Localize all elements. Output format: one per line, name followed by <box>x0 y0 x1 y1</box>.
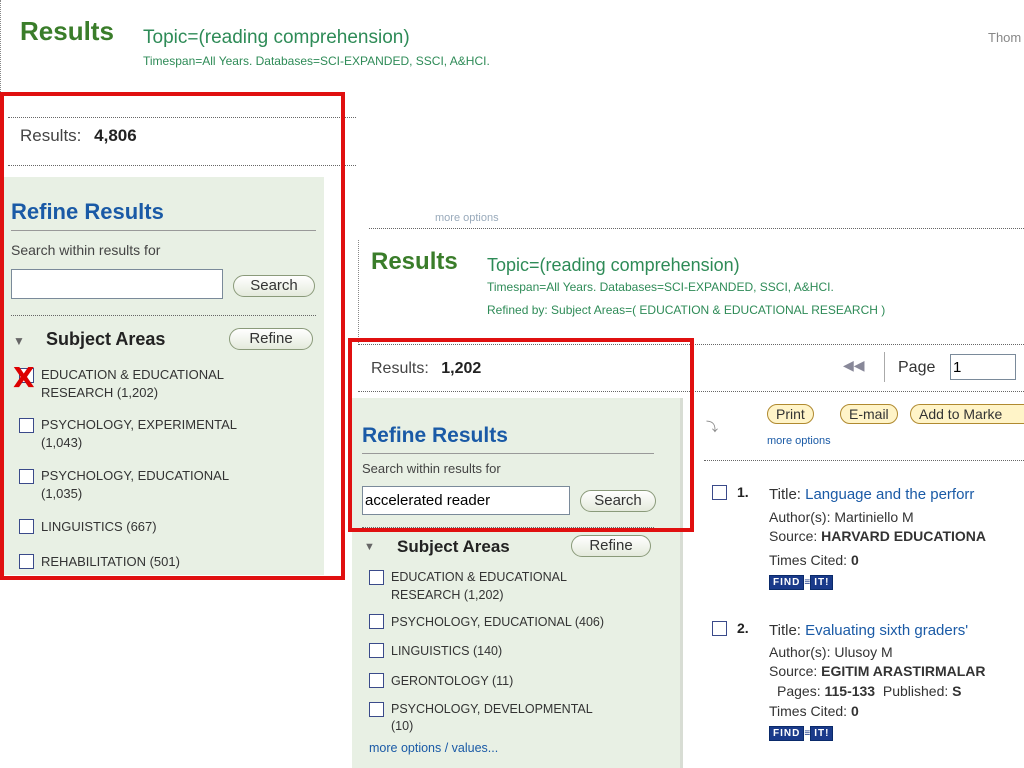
add-to-marked-list-button[interactable]: Add to Marke <box>910 404 1024 424</box>
vertical-dotted-border <box>358 240 359 345</box>
subject-item[interactable]: EDUCATION & EDUCATIONAL RESEARCH (1,202) <box>391 568 567 604</box>
checkbox[interactable] <box>369 702 384 717</box>
more-options-faded: more options <box>435 212 499 224</box>
record-author-row: Author(s): Ulusoy M <box>769 644 893 660</box>
record-title-row: Title: Evaluating sixth graders' <box>769 622 969 639</box>
checkbox[interactable] <box>369 570 384 585</box>
record-pages-row: Pages: 115-133 Published: S <box>777 683 962 699</box>
page-title: Results <box>20 16 114 46</box>
record-title-link[interactable]: Language and the perforr <box>805 486 974 503</box>
record-source-row: Source: HARVARD EDUCATIONA <box>769 528 987 544</box>
record-cited-row: Times Cited: 0 <box>769 552 859 568</box>
record-author: Ulusoy M <box>834 644 893 660</box>
topic-query: Topic=(reading comprehension) <box>143 27 410 48</box>
subject-item[interactable]: PSYCHOLOGY, DEVELOPMENTAL (10) <box>391 701 593 735</box>
subject-areas-heading: Subject Areas <box>397 537 510 556</box>
record-title-link[interactable]: Evaluating sixth graders' <box>805 622 968 639</box>
page-number-input[interactable] <box>950 354 1016 380</box>
highlight-box <box>348 338 694 532</box>
collapse-triangle-icon[interactable]: ▼ <box>364 541 375 553</box>
print-button[interactable]: Print <box>767 404 814 424</box>
record-title-row: Title: Language and the perforr <box>769 486 975 503</box>
timespan-info: Timespan=All Years. Databases=SCI-EXPAND… <box>487 280 834 294</box>
record-checkbox[interactable] <box>712 485 727 500</box>
record-cited-count: 0 <box>850 552 859 568</box>
highlight-box <box>0 92 345 580</box>
record-checkbox[interactable] <box>712 621 727 636</box>
page-label: Page <box>898 359 936 376</box>
subject-item[interactable]: PSYCHOLOGY, EDUCATIONAL (406) <box>391 613 604 631</box>
subject-item[interactable]: LINGUISTICS (140) <box>391 642 502 660</box>
find-it-button[interactable]: FIND ≡ IT! <box>769 572 834 590</box>
record-source: EGITIM ARASTIRMALAR <box>821 663 986 679</box>
refine-button[interactable]: Refine <box>571 535 651 557</box>
publisher-logo-text: Thom Sc <box>988 30 1024 45</box>
topic-query: Topic=(reading comprehension) <box>487 255 740 275</box>
record-source: HARVARD EDUCATIONA <box>821 528 987 544</box>
more-options-values-link[interactable]: more options / values... <box>369 741 498 755</box>
record-number: 1. <box>737 484 749 500</box>
timespan-info: Timespan=All Years. Databases=SCI-EXPAND… <box>143 54 490 68</box>
record-author: Martiniello M <box>834 509 914 525</box>
record-source-row: Source: EGITIM ARASTIRMALAR <box>769 663 986 679</box>
record-cited-row: Times Cited: 0 <box>769 703 859 719</box>
refined-by-info: Refined by: Subject Areas=( EDUCATION & … <box>487 303 886 317</box>
record-author-row: Author(s): Martiniello M <box>769 509 914 525</box>
divider <box>369 228 1024 229</box>
subject-item[interactable]: GERONTOLOGY (11) <box>391 672 513 690</box>
left-dotted-border <box>0 0 2 92</box>
email-button[interactable]: E-mail <box>840 404 898 424</box>
divider <box>704 460 1024 461</box>
find-it-button[interactable]: FIND ≡ IT! <box>769 723 834 741</box>
checkbox[interactable] <box>369 673 384 688</box>
page-title: Results <box>371 248 458 275</box>
record-number: 2. <box>737 620 749 636</box>
arrow-down-icon: ⤵ <box>706 420 719 434</box>
checkbox[interactable] <box>369 643 384 658</box>
more-options-link[interactable]: more options <box>767 435 831 447</box>
checkbox[interactable] <box>369 614 384 629</box>
first-page-icon[interactable]: ◀◀ <box>843 357 865 374</box>
divider <box>884 352 886 382</box>
record-cited-count: 0 <box>850 703 859 719</box>
